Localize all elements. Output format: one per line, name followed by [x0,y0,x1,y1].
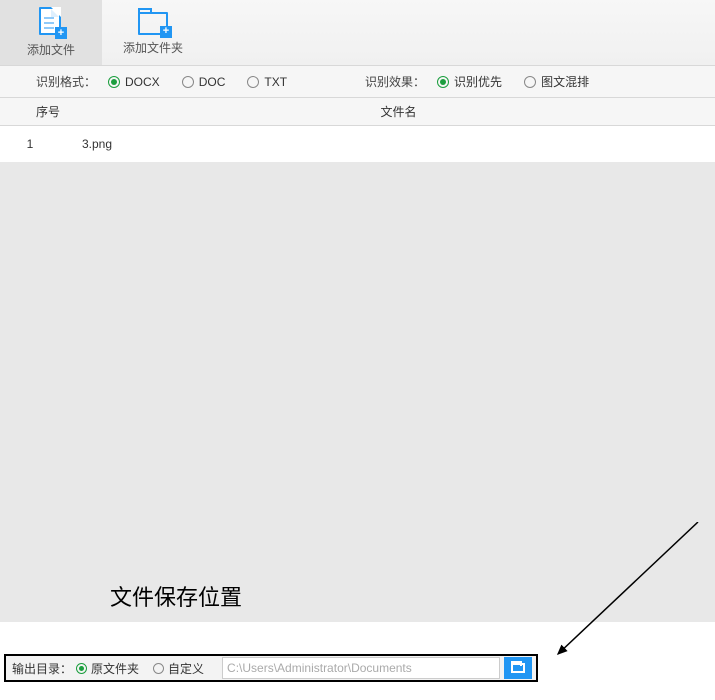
format-label: 识别格式： [36,73,96,90]
add-file-button[interactable]: + 添加文件 [0,0,102,65]
file-list-header: 序号 文件名 [0,98,715,126]
file-list: 1 3.png [0,126,715,162]
output-label: 输出目录： [12,660,72,677]
output-custom-radio[interactable]: 自定义 [153,660,204,677]
toolbar: + 添加文件 + 添加文件夹 [0,0,715,66]
options-bar: 识别格式： DOCX DOC TXT 识别效果： 识别优先 图文混排 [0,66,715,98]
format-docx-radio[interactable]: DOCX [108,75,160,89]
add-file-label: 添加文件 [27,41,75,58]
column-seq: 序号 [0,103,82,120]
add-folder-button[interactable]: + 添加文件夹 [102,0,204,65]
annotation-arrow-icon [548,522,708,672]
output-dir-bar: 输出目录： 原文件夹 自定义 C:\Users\Administrator\Do… [4,654,538,682]
annotation-file-save-location: 文件保存位置 [110,580,242,612]
file-name: 3.png [60,137,112,151]
effect-label: 识别效果： [365,73,425,90]
file-seq: 1 [0,137,60,151]
effect-mixed-radio[interactable]: 图文混排 [524,73,589,90]
add-file-icon: + [39,7,63,37]
file-row[interactable]: 1 3.png [0,126,715,162]
output-path-input[interactable]: C:\Users\Administrator\Documents [222,657,500,679]
browse-button[interactable] [504,657,532,679]
format-doc-radio[interactable]: DOC [182,75,226,89]
add-folder-label: 添加文件夹 [123,39,183,56]
add-folder-icon: + [138,10,168,35]
format-txt-radio[interactable]: TXT [247,75,287,89]
column-filename: 文件名 [82,103,715,120]
folder-icon [511,663,525,673]
output-original-radio[interactable]: 原文件夹 [76,660,139,677]
effect-priority-radio[interactable]: 识别优先 [437,73,502,90]
